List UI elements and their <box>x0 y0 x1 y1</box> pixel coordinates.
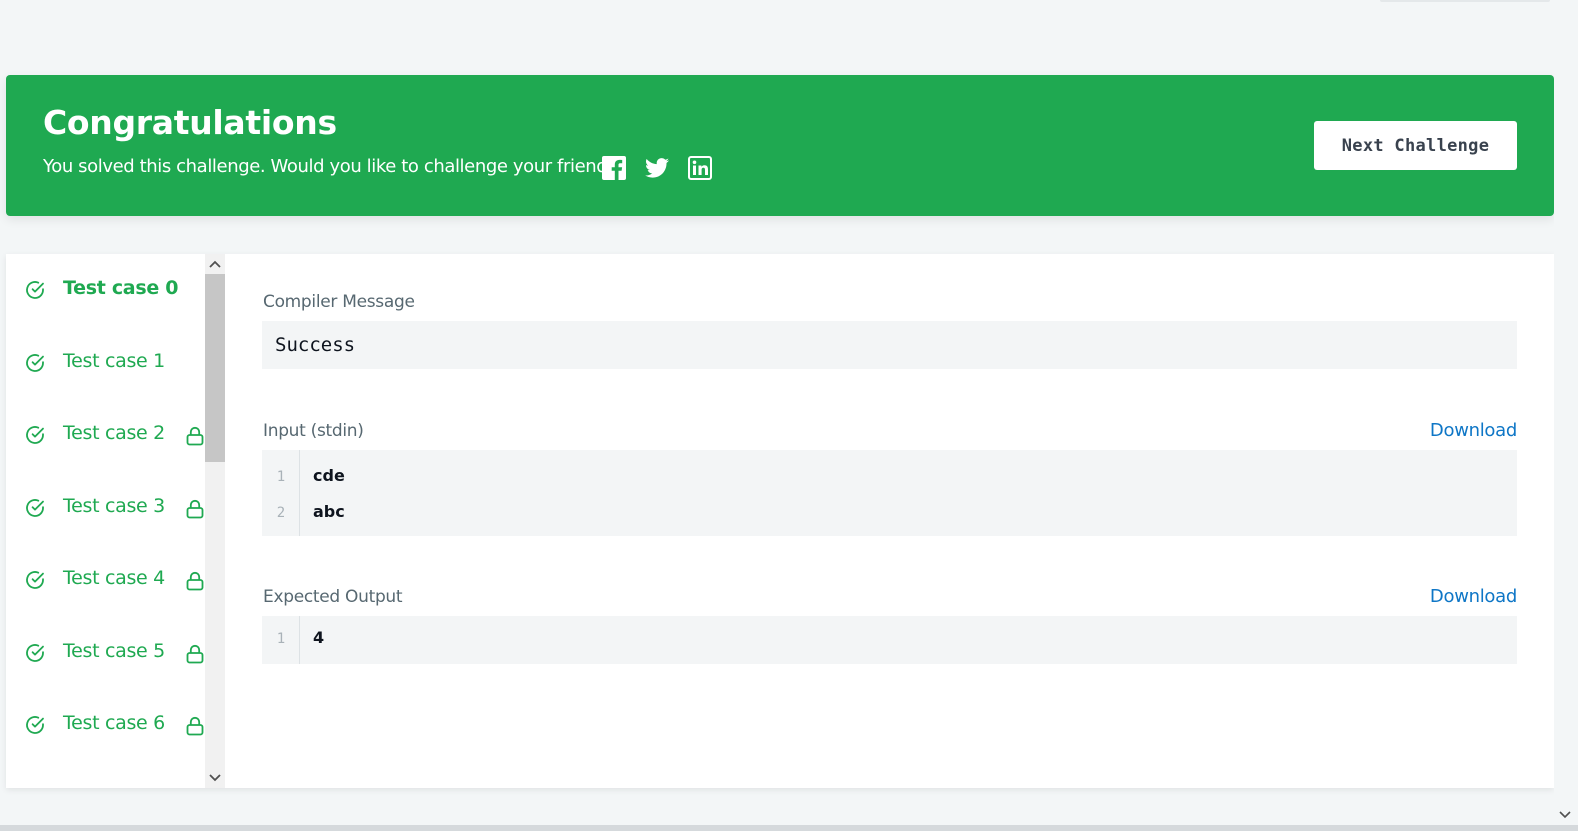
test-case-6[interactable]: Test case 6 <box>6 705 205 745</box>
code-line: 2 abc <box>262 496 1517 532</box>
bottom-bar <box>0 825 1578 831</box>
test-case-3[interactable]: Test case 3 <box>6 488 205 528</box>
line-text: abc <box>313 502 345 521</box>
test-case-label: Test case 1 <box>63 350 165 372</box>
test-case-label: Test case 6 <box>63 712 165 734</box>
lock-icon <box>186 499 204 519</box>
test-case-label: Test case 4 <box>63 567 165 589</box>
facebook-icon[interactable] <box>601 155 627 181</box>
test-case-5[interactable]: Test case 5 <box>6 633 205 673</box>
test-case-list: Test case 0 Test case 1 Test case 2 Test… <box>6 254 205 788</box>
check-circle-icon <box>26 354 44 372</box>
input-code-box: 1 cde 2 abc <box>262 450 1517 536</box>
next-challenge-button[interactable]: Next Challenge <box>1314 121 1517 170</box>
check-circle-icon <box>26 499 44 517</box>
lock-icon <box>186 716 204 736</box>
code-line: 1 4 <box>262 622 1517 658</box>
test-case-label: Test case 5 <box>63 640 165 662</box>
check-circle-icon <box>26 281 44 299</box>
page-scroll-down-icon[interactable] <box>1558 808 1572 822</box>
scroll-thumb[interactable] <box>205 274 225 462</box>
check-circle-icon <box>26 716 44 734</box>
line-text: cde <box>313 466 345 485</box>
banner-subtitle: You solved this challenge. Would you lik… <box>43 156 626 177</box>
input-label: Input (stdin) <box>263 421 364 441</box>
scroll-down-icon[interactable] <box>208 771 222 785</box>
line-text: 4 <box>313 628 325 647</box>
test-case-4[interactable]: Test case 4 <box>6 560 205 600</box>
expected-download-link[interactable]: Download <box>1430 586 1517 607</box>
results-panel: Test case 0 Test case 1 Test case 2 Test… <box>6 254 1554 788</box>
lock-icon <box>186 644 204 664</box>
test-case-label: Test case 0 <box>63 277 179 299</box>
test-case-0[interactable]: Test case 0 <box>6 270 205 310</box>
banner-title: Congratulations <box>43 103 337 142</box>
test-case-scrollbar[interactable] <box>205 254 225 788</box>
test-case-1[interactable]: Test case 1 <box>6 343 205 383</box>
expected-code-box: 1 4 <box>262 616 1517 664</box>
scroll-up-icon[interactable] <box>208 257 222 271</box>
check-circle-icon <box>26 571 44 589</box>
lock-icon <box>186 571 204 591</box>
compiler-message-label: Compiler Message <box>263 292 415 312</box>
linkedin-icon[interactable] <box>687 155 713 181</box>
check-circle-icon <box>26 426 44 444</box>
page-scrollbar[interactable] <box>1554 75 1578 831</box>
compiler-message-box: Success <box>262 321 1517 369</box>
check-circle-icon <box>26 644 44 662</box>
test-case-2[interactable]: Test case 2 <box>6 415 205 455</box>
expected-output-label: Expected Output <box>263 587 403 607</box>
code-line: 1 cde <box>262 460 1517 496</box>
line-number: 2 <box>276 505 286 521</box>
twitter-icon[interactable] <box>644 155 670 181</box>
line-number: 1 <box>276 631 286 647</box>
success-banner: Congratulations You solved this challeng… <box>6 75 1554 216</box>
test-case-label: Test case 3 <box>63 495 165 517</box>
line-number: 1 <box>276 469 286 485</box>
lock-icon <box>186 426 204 446</box>
test-case-label: Test case 2 <box>63 422 165 444</box>
input-download-link[interactable]: Download <box>1430 420 1517 441</box>
top-edge <box>1380 0 1550 2</box>
